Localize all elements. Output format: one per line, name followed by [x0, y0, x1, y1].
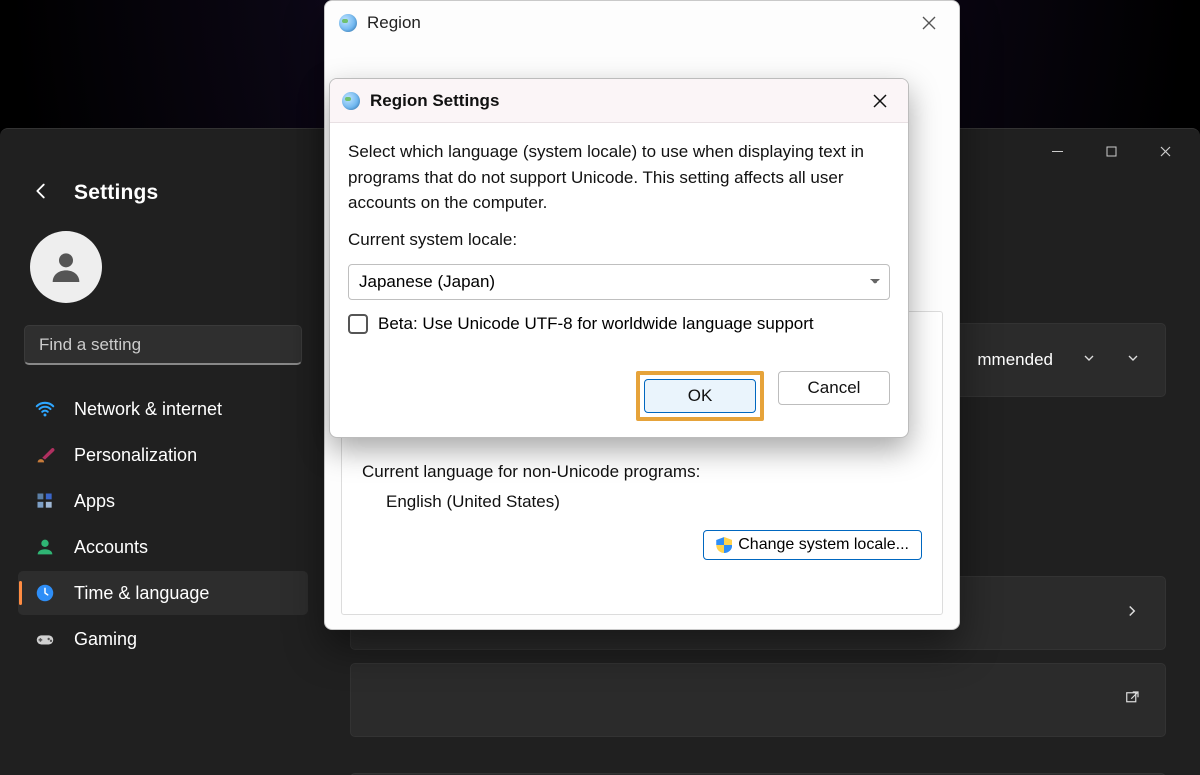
region-settings-dialog: Region Settings Select which language (s… — [329, 78, 909, 438]
sidebar-item-apps[interactable]: Apps — [18, 479, 308, 523]
wifi-icon — [34, 398, 56, 420]
avatar[interactable] — [30, 231, 102, 303]
change-system-locale-button[interactable]: Change system locale... — [703, 530, 922, 560]
sidebar-item-label: Time & language — [74, 583, 209, 604]
system-locale-select[interactable]: Japanese (Japan) — [348, 264, 890, 300]
non-unicode-label: Current language for non-Unicode program… — [362, 462, 922, 482]
beta-utf8-checkbox-row[interactable]: Beta: Use Unicode UTF-8 for worldwide la… — [348, 314, 890, 334]
cancel-label: Cancel — [808, 378, 861, 398]
ok-highlight: OK — [636, 371, 764, 421]
ok-label: OK — [688, 386, 713, 406]
search-placeholder: Find a setting — [39, 335, 141, 355]
sidebar-item-label: Network & internet — [74, 399, 222, 420]
close-button[interactable] — [909, 8, 949, 38]
sidebar-item-label: Accounts — [74, 537, 148, 558]
change-locale-label: Change system locale... — [738, 536, 909, 554]
close-button[interactable] — [860, 86, 900, 116]
sidebar-item-time-language[interactable]: Time & language — [18, 571, 308, 615]
sidebar-item-label: Personalization — [74, 445, 197, 466]
checkbox-icon[interactable] — [348, 314, 368, 334]
sidebar-item-label: Gaming — [74, 629, 137, 650]
sidebar-item-network[interactable]: Network & internet — [18, 387, 308, 431]
region-titlebar: Region — [325, 1, 959, 45]
accounts-icon — [34, 536, 56, 558]
sidebar-item-personalization[interactable]: Personalization — [18, 433, 308, 477]
globe-icon — [342, 92, 360, 110]
sidebar-item-gaming[interactable]: Gaming — [18, 617, 308, 661]
time-language-icon — [34, 582, 56, 604]
chevron-down-icon — [1081, 350, 1097, 371]
non-unicode-value: English (United States) — [362, 492, 922, 512]
cancel-button[interactable]: Cancel — [778, 371, 890, 405]
apps-icon — [34, 490, 56, 512]
maximize-button[interactable] — [1088, 135, 1134, 167]
back-button[interactable] — [30, 180, 52, 207]
minimize-button[interactable] — [1034, 135, 1080, 167]
sidebar-item-accounts[interactable]: Accounts — [18, 525, 308, 569]
gaming-icon — [34, 628, 56, 650]
region-settings-description: Select which language (system locale) to… — [348, 139, 890, 216]
panel-row[interactable] — [350, 663, 1166, 737]
row-value: mmended — [977, 350, 1053, 370]
sidebar-nav: Network & internet Personalization Apps — [18, 387, 308, 661]
open-external-icon — [1123, 689, 1141, 712]
dialog-footer: OK Cancel — [330, 363, 908, 437]
chevron-right-icon — [1123, 602, 1141, 625]
region-settings-titlebar: Region Settings — [330, 79, 908, 123]
region-settings-title: Region Settings — [370, 91, 499, 111]
settings-title: Settings — [74, 181, 158, 205]
globe-icon — [339, 14, 357, 32]
region-title: Region — [367, 13, 421, 33]
search-input[interactable]: Find a setting — [24, 325, 302, 365]
system-locale-label: Current system locale: — [348, 230, 890, 250]
shield-icon — [716, 537, 732, 553]
ok-button[interactable]: OK — [644, 379, 756, 413]
sidebar-item-label: Apps — [74, 491, 115, 512]
sidebar: Find a setting Network & internet Person… — [0, 213, 320, 775]
chevron-down-icon — [1125, 350, 1141, 371]
close-button[interactable] — [1142, 135, 1188, 167]
beta-utf8-label: Beta: Use Unicode UTF-8 for worldwide la… — [378, 314, 814, 334]
paint-icon — [34, 444, 56, 466]
